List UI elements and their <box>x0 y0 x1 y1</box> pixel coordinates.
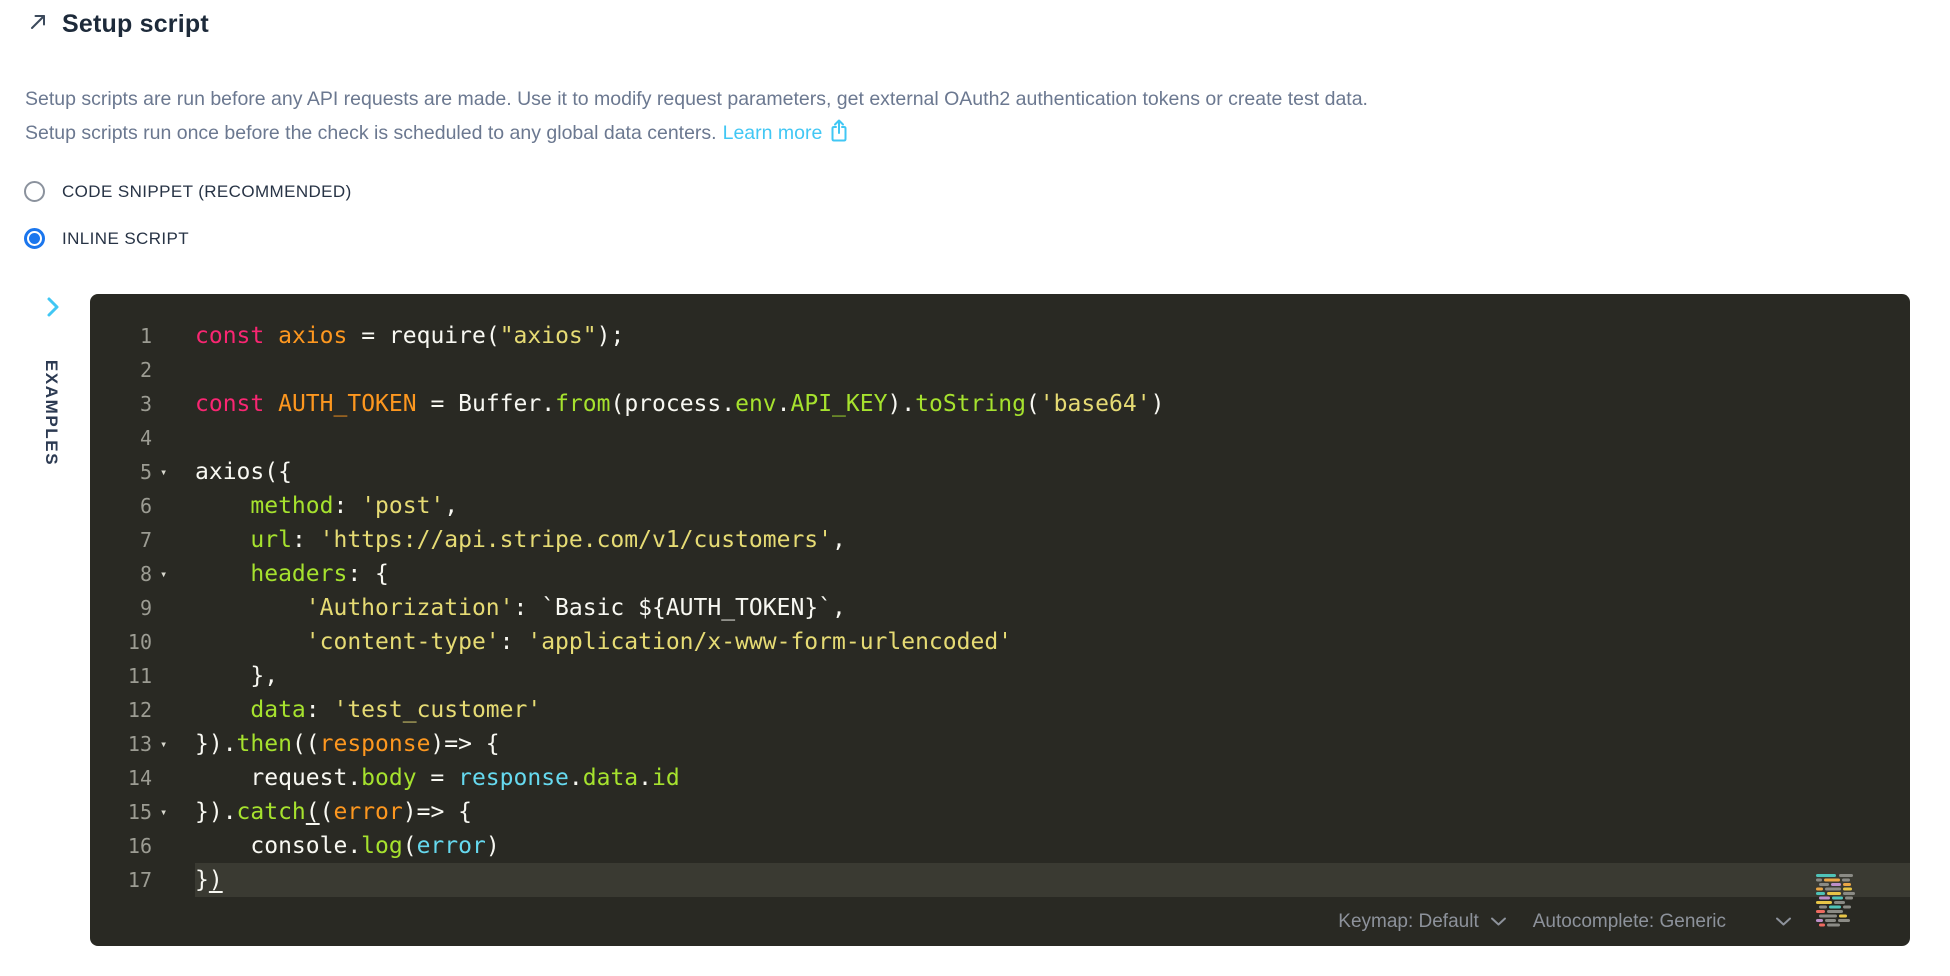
code-line-text[interactable]: console.log(error) <box>195 829 1910 863</box>
keymap-label: Keymap: Default <box>1338 911 1478 933</box>
code-line-text[interactable]: method: 'post', <box>195 489 1910 523</box>
setup-script-header: Setup script <box>27 10 209 39</box>
fold-gutter-spacer <box>152 659 195 693</box>
line-number: 4 <box>90 421 152 455</box>
code-lines[interactable]: 1 const axios = require("axios"); 23 const … <box>90 319 1910 897</box>
code-editor[interactable]: 1 const axios = require("axios"); 23 const … <box>90 294 1910 946</box>
code-line-17: 17}) <box>90 863 1910 897</box>
fold-gutter-spacer <box>152 319 195 353</box>
line-number: 3 <box>90 387 152 421</box>
autocomplete-label: Autocomplete: Generic <box>1533 911 1726 933</box>
line-number: 10 <box>90 625 152 659</box>
fold-arrow-icon[interactable]: ▾ <box>152 795 195 829</box>
fold-arrow-icon[interactable]: ▾ <box>152 557 195 591</box>
fold-gutter-spacer <box>152 863 195 897</box>
fold-gutter-spacer <box>152 523 195 557</box>
line-number: 7 <box>90 523 152 557</box>
line-number: 5 <box>90 455 152 489</box>
code-line-4: 4 <box>90 421 1910 455</box>
code-line-text[interactable]: }).catch((error)=> { <box>195 795 1910 829</box>
fold-gutter-spacer <box>152 591 195 625</box>
line-number: 2 <box>90 353 152 387</box>
chevron-down-icon <box>1764 911 1792 933</box>
line-number: 13 <box>90 727 152 761</box>
line-number: 16 <box>90 829 152 863</box>
code-line-text[interactable]: request.body = response.data.id <box>195 761 1910 795</box>
code-line-6: 6 method: 'post', <box>90 489 1910 523</box>
radio-option-inline-script[interactable]: INLINE SCRIPT <box>24 228 352 249</box>
learn-more-link[interactable]: Learn more <box>723 122 823 144</box>
line-number: 12 <box>90 693 152 727</box>
fold-arrow-icon[interactable]: ▾ <box>152 455 195 489</box>
external-link-icon <box>829 126 849 148</box>
code-line-11: 11 }, <box>90 659 1910 693</box>
examples-expand-chevron-icon[interactable] <box>44 295 62 324</box>
fold-arrow-icon[interactable]: ▾ <box>152 727 195 761</box>
fold-gutter-spacer <box>152 421 195 455</box>
autocomplete-select[interactable]: Autocomplete: Generic <box>1533 911 1792 933</box>
code-line-10: 10 'content-type': 'application/x-www-fo… <box>90 625 1910 659</box>
line-number: 11 <box>90 659 152 693</box>
radio-option-code-snippet[interactable]: CODE SNIPPET (RECOMMENDED) <box>24 181 352 202</box>
code-line-8: 8▾ headers: { <box>90 557 1910 591</box>
code-line-text[interactable]: data: 'test_customer' <box>195 693 1910 727</box>
line-number: 9 <box>90 591 152 625</box>
code-line-2: 2 <box>90 353 1910 387</box>
page-title: Setup script <box>62 10 209 39</box>
code-line-14: 14 request.body = response.data.id <box>90 761 1910 795</box>
fold-gutter-spacer <box>152 353 195 387</box>
line-number: 6 <box>90 489 152 523</box>
examples-drawer-tab[interactable]: EXAMPLES <box>41 348 61 478</box>
line-number: 17 <box>90 863 152 897</box>
radio-selected-icon[interactable] <box>24 228 45 249</box>
anchor-arrow-icon[interactable] <box>27 11 49 38</box>
code-line-text[interactable]: url: 'https://api.stripe.com/v1/customer… <box>195 523 1910 557</box>
description-line-2: Setup scripts run once before the check … <box>25 122 717 144</box>
line-number: 14 <box>90 761 152 795</box>
code-line-text[interactable]: const AUTH_TOKEN = Buffer.from(process.e… <box>195 387 1910 421</box>
fold-gutter-spacer <box>152 387 195 421</box>
code-line-text[interactable]: axios({ <box>195 455 1910 489</box>
code-line-13: 13▾}).then((response)=> { <box>90 727 1910 761</box>
code-line-text[interactable] <box>195 421 1910 455</box>
code-line-text[interactable]: }).then((response)=> { <box>195 727 1910 761</box>
fold-gutter-spacer <box>152 693 195 727</box>
line-number: 1 <box>90 319 152 353</box>
code-examples-icon <box>1816 874 1862 932</box>
code-line-15: 15▾}).catch((error)=> { <box>90 795 1910 829</box>
fold-gutter-spacer <box>152 489 195 523</box>
code-line-12: 12 data: 'test_customer' <box>90 693 1910 727</box>
code-line-text[interactable] <box>195 353 1910 387</box>
code-line-text[interactable]: }) <box>195 863 1910 897</box>
setup-script-description: Setup scripts are run before any API req… <box>25 83 1368 154</box>
code-line-text[interactable]: 'content-type': 'application/x-www-form-… <box>195 625 1910 659</box>
code-line-text[interactable]: }, <box>195 659 1910 693</box>
fold-gutter-spacer <box>152 829 195 863</box>
code-line-5: 5▾axios({ <box>90 455 1910 489</box>
line-number: 8 <box>90 557 152 591</box>
code-line-text[interactable]: const axios = require("axios"); <box>195 319 1910 353</box>
code-line-3: 3 const AUTH_TOKEN = Buffer.from(process.… <box>90 387 1910 421</box>
code-line-16: 16 console.log(error) <box>90 829 1910 863</box>
radio-option-label: INLINE SCRIPT <box>62 229 189 249</box>
editor-statusbar: Keymap: Default Autocomplete: Generic <box>1338 911 1792 933</box>
script-type-radio-group: CODE SNIPPET (RECOMMENDED) INLINE SCRIPT <box>24 181 352 249</box>
line-number: 15 <box>90 795 152 829</box>
keymap-select[interactable]: Keymap: Default <box>1338 911 1506 933</box>
radio-unselected-icon[interactable] <box>24 181 45 202</box>
code-line-text[interactable]: headers: { <box>195 557 1910 591</box>
chevron-down-icon <box>1479 911 1507 933</box>
description-line-1: Setup scripts are run before any API req… <box>25 88 1368 110</box>
fold-gutter-spacer <box>152 761 195 795</box>
code-line-1: 1 const axios = require("axios"); <box>90 319 1910 353</box>
code-line-7: 7 url: 'https://api.stripe.com/v1/custom… <box>90 523 1910 557</box>
fold-gutter-spacer <box>152 625 195 659</box>
code-line-text[interactable]: 'Authorization': `Basic ${AUTH_TOKEN}`, <box>195 591 1910 625</box>
radio-option-label: CODE SNIPPET (RECOMMENDED) <box>62 182 352 202</box>
code-line-9: 9 'Authorization': `Basic ${AUTH_TOKEN}`… <box>90 591 1910 625</box>
